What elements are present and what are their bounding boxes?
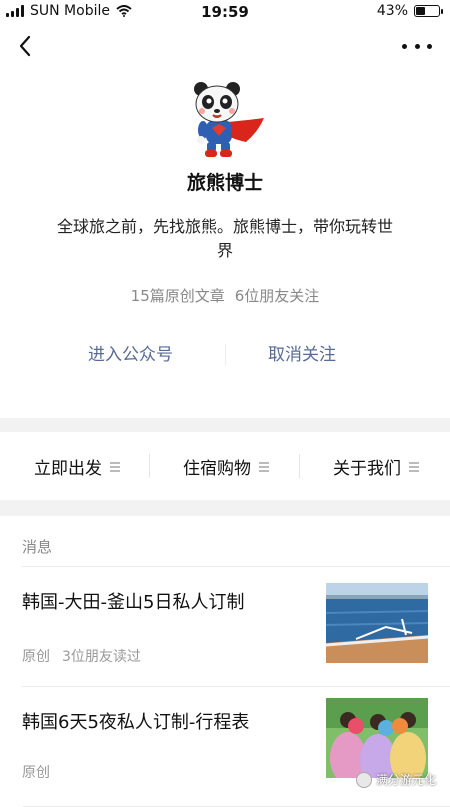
- watermark: 满分游元化: [356, 771, 436, 788]
- nav-bar: [0, 26, 450, 66]
- wechat-icon: [356, 772, 372, 788]
- menu-divider: [299, 454, 300, 478]
- battery-percent: 43%: [377, 3, 408, 19]
- chevron-left-icon: [14, 34, 38, 58]
- article-title: 韩国-大田-釜山5日私人订制: [22, 588, 244, 614]
- unfollow-button[interactable]: 取消关注: [268, 340, 336, 365]
- battery-level: [416, 7, 425, 15]
- menu-item-label: 关于我们: [333, 454, 401, 479]
- menu-item-label: 住宿购物: [183, 454, 251, 479]
- article-item[interactable]: 韩国6天5夜私人订制-行程表 原创: [0, 686, 450, 806]
- menu-bar: 立即出发 住宿购物 关于我们: [0, 432, 450, 500]
- article-meta: 原创: [22, 762, 50, 782]
- article-tag: 原创: [22, 649, 50, 665]
- menu-item-depart[interactable]: 立即出发: [34, 454, 120, 479]
- account-avatar: [188, 80, 266, 160]
- status-bar: SUN Mobile 19:59 43%: [0, 0, 450, 24]
- section-gap: [0, 418, 450, 432]
- watermark-text: 满分游元化: [376, 771, 436, 788]
- article-item[interactable]: 韩国-大田-釜山5日私人订制 原创 3位朋友读过: [0, 566, 450, 686]
- menu-divider: [149, 454, 150, 478]
- account-name: 旅熊博士: [0, 168, 450, 195]
- account-stats: 15篇原创文章 6位朋友关注: [0, 285, 450, 306]
- more-dots-icon: [402, 44, 407, 49]
- article-reads: 3位朋友读过: [62, 649, 141, 665]
- article-title: 韩国6天5夜私人订制-行程表: [22, 708, 249, 734]
- enter-account-button[interactable]: 进入公众号: [88, 340, 173, 365]
- menu-list-icon: [259, 462, 269, 472]
- account-description: 全球旅之前，先找旅熊。旅熊博士，带你玩转世界: [55, 215, 395, 263]
- messages-section-label: 消息: [22, 536, 52, 557]
- status-right: 43%: [377, 3, 440, 19]
- more-button[interactable]: [402, 34, 432, 58]
- sea-harbor-image: [326, 583, 428, 663]
- panda-mascot-icon: [188, 80, 266, 160]
- menu-item-about-us[interactable]: 关于我们: [333, 454, 419, 479]
- account-actions: 进入公众号 取消关注: [0, 340, 450, 370]
- battery-icon: [414, 5, 440, 17]
- menu-item-label: 立即出发: [34, 454, 102, 479]
- back-button[interactable]: [14, 34, 38, 58]
- menu-item-lodging-shopping[interactable]: 住宿购物: [183, 454, 269, 479]
- menu-list-icon: [110, 462, 120, 472]
- menu-list-icon: [409, 462, 419, 472]
- hanbok-people-image: [326, 698, 428, 778]
- article-tag: 原创: [22, 765, 50, 781]
- section-gap: [0, 500, 450, 516]
- article-thumbnail: [326, 583, 428, 663]
- articles-count: 15篇原创文章: [131, 287, 225, 305]
- friends-follow-count: 6位朋友关注: [235, 287, 320, 305]
- article-thumbnail: [326, 698, 428, 778]
- action-divider: [225, 344, 226, 366]
- article-meta: 原创 3位朋友读过: [22, 646, 141, 666]
